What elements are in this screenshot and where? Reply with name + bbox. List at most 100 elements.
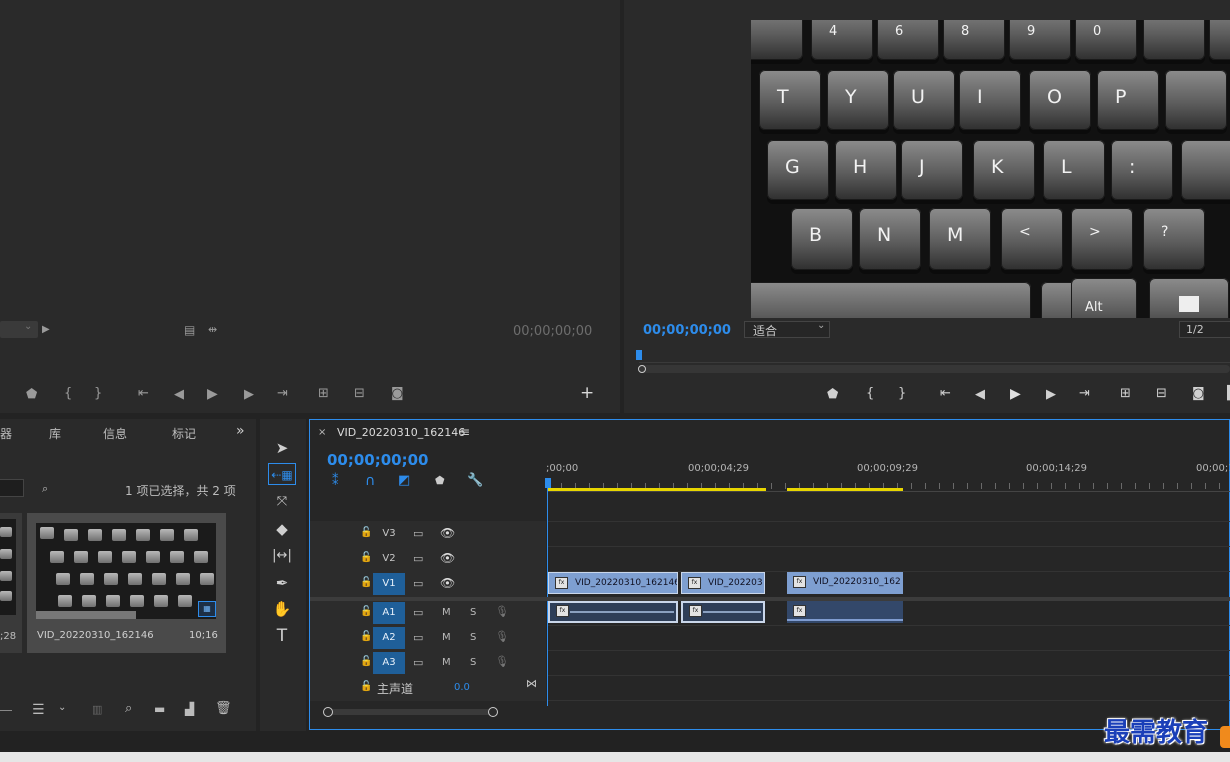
track-a2[interactable]: A2 <box>373 627 405 649</box>
go-to-edit-point-icon[interactable]: ⋈ <box>526 677 537 690</box>
step-forward-icon[interactable]: ▶ <box>244 388 254 402</box>
timeline-timecode[interactable]: 00;00;00;00 <box>327 451 429 469</box>
linked-selection-icon[interactable]: ◩ <box>398 473 410 488</box>
project-search-input[interactable] <box>0 479 24 497</box>
video-clip[interactable]: fx VID_202203 <box>681 572 765 594</box>
sync-lock-icon[interactable]: ▭ <box>413 527 423 540</box>
insert-overlay-icon[interactable]: ⇹ <box>208 323 217 337</box>
close-icon[interactable]: × <box>318 427 326 438</box>
go-to-in-icon[interactable]: ⇤ <box>940 387 951 401</box>
go-to-in-icon[interactable]: ⇤ <box>138 387 149 401</box>
tab-libraries[interactable]: 库 <box>49 425 61 442</box>
add-marker-icon[interactable]: ⬟ <box>435 474 445 487</box>
program-zoom-bar[interactable] <box>639 365 1230 373</box>
zoom-handle-right[interactable] <box>488 707 498 717</box>
work-area-bar[interactable] <box>548 488 766 491</box>
mute-button[interactable]: M <box>442 632 451 643</box>
tab-info[interactable]: 信息 <box>103 425 127 442</box>
lock-icon[interactable]: 🔓 <box>360 527 372 538</box>
timeline-playhead[interactable] <box>545 478 551 488</box>
lock-icon[interactable]: 🔓 <box>360 577 372 588</box>
track-a1[interactable]: A1 <box>373 602 405 624</box>
mute-button[interactable]: M <box>442 657 451 668</box>
lock-icon[interactable]: 🔓 <box>360 681 372 692</box>
mark-in-icon[interactable]: { <box>866 387 874 401</box>
wrench-icon[interactable]: 🔧 <box>467 473 483 488</box>
track-v2[interactable]: V2 <box>373 548 405 570</box>
step-back-icon[interactable]: ◀ <box>174 388 184 402</box>
add-marker-icon[interactable]: ⬟ <box>827 388 838 402</box>
nest-icon[interactable]: ⁑ <box>332 474 339 489</box>
find-icon[interactable]: ⌕ <box>42 482 48 496</box>
mute-button[interactable]: M <box>442 607 451 618</box>
lock-icon[interactable]: 🔓 <box>360 552 372 563</box>
project-item-partial[interactable]: ;28 <box>0 513 22 653</box>
eye-icon[interactable]: 👁 <box>440 576 455 590</box>
track-v3[interactable]: V3 <box>373 523 405 545</box>
hand-tool-icon[interactable]: ✋ <box>268 598 296 620</box>
settings-grid-icon[interactable]: ▤ <box>184 323 195 337</box>
mic-icon[interactable]: 🎙 <box>495 655 509 668</box>
type-tool-icon[interactable]: T <box>268 625 296 647</box>
add-button-icon[interactable]: + <box>580 385 594 402</box>
track-select-tool-icon[interactable]: ⇠▦ <box>268 463 296 485</box>
more-tabs-icon[interactable]: » <box>236 423 245 439</box>
mark-out-icon[interactable]: } <box>94 387 102 401</box>
eye-icon[interactable]: 👁 <box>440 551 455 565</box>
master-volume-value[interactable]: 0.0 <box>454 682 470 693</box>
panel-menu-icon[interactable]: ≡ <box>460 425 470 439</box>
track-v1[interactable]: V1 <box>373 573 405 595</box>
more-controls-icon[interactable]: ▐ <box>1222 387 1230 401</box>
play-icon[interactable]: ▶ <box>1010 387 1021 401</box>
source-zoom-dropdown[interactable]: ⌄ <box>0 321 38 338</box>
track-a3[interactable]: A3 <box>373 652 405 674</box>
overwrite-icon[interactable]: ⊟ <box>354 387 365 401</box>
tab-media-browser[interactable]: 器 <box>0 425 12 442</box>
export-frame-icon[interactable]: ◙ <box>391 387 404 401</box>
timeline-zoom-scrollbar[interactable] <box>326 709 496 715</box>
lock-icon[interactable]: 🔓 <box>360 656 372 667</box>
sync-lock-icon[interactable]: ▭ <box>413 631 423 644</box>
solo-button[interactable]: S <box>470 607 476 618</box>
video-clip[interactable]: fx VID_20220310_162146. <box>548 572 678 594</box>
go-to-out-icon[interactable]: ⇥ <box>1079 387 1090 401</box>
play-small-icon[interactable]: ▶ <box>42 323 50 337</box>
resolution-dropdown[interactable]: 1/2 <box>1179 321 1230 338</box>
ripple-edit-tool-icon[interactable]: ⤧ <box>268 491 296 513</box>
video-clip[interactable]: fx VID_20220310_162 <box>787 572 903 594</box>
program-playhead[interactable] <box>636 350 642 360</box>
razor-tool-icon[interactable]: ◆ <box>268 518 296 540</box>
project-item[interactable]: ▦ VID_20220310_162146 10;16 <box>27 513 226 653</box>
lock-icon[interactable]: 🔓 <box>360 606 372 617</box>
sequence-tab[interactable]: VID_20220310_162146 <box>337 426 465 439</box>
snap-icon[interactable]: ∩ <box>365 473 375 489</box>
selection-tool-icon[interactable]: ➤ <box>268 437 296 459</box>
sort-icon[interactable]: ☰ <box>32 702 45 718</box>
sync-lock-icon[interactable]: ▭ <box>413 577 423 590</box>
mark-out-icon[interactable]: } <box>898 387 906 401</box>
new-item-icon[interactable]: ▟ <box>185 702 194 716</box>
icon-size-slider[interactable] <box>0 710 12 711</box>
solo-button[interactable]: S <box>470 657 476 668</box>
step-forward-icon[interactable]: ▶ <box>1046 388 1056 402</box>
trash-icon[interactable]: 🗑 <box>215 701 232 716</box>
lock-icon[interactable]: 🔓 <box>360 631 372 642</box>
sync-lock-icon[interactable]: ▭ <box>413 552 423 565</box>
automate-icon[interactable]: ▥ <box>92 703 102 716</box>
program-ruler[interactable] <box>639 350 1230 363</box>
add-marker-icon[interactable]: ⬟ <box>26 388 37 402</box>
step-back-icon[interactable]: ◀ <box>975 388 985 402</box>
audio-clip[interactable]: fx <box>548 601 678 623</box>
extract-icon[interactable]: ⊟ <box>1156 387 1167 401</box>
mark-in-icon[interactable]: { <box>64 387 72 401</box>
insert-icon[interactable]: ⊞ <box>318 387 329 401</box>
solo-button[interactable]: S <box>470 632 476 643</box>
new-bin-icon[interactable]: ▬ <box>154 702 165 716</box>
tab-markers[interactable]: 标记 <box>172 425 196 442</box>
zoom-handle-left[interactable] <box>638 365 646 373</box>
search-icon[interactable]: ⌕ <box>125 701 132 716</box>
go-to-out-icon[interactable]: ⇥ <box>277 387 288 401</box>
audio-clip[interactable]: fx <box>787 601 903 623</box>
eye-icon[interactable]: 👁 <box>440 526 455 540</box>
fit-dropdown[interactable]: 适合 ⌄ <box>744 320 830 338</box>
